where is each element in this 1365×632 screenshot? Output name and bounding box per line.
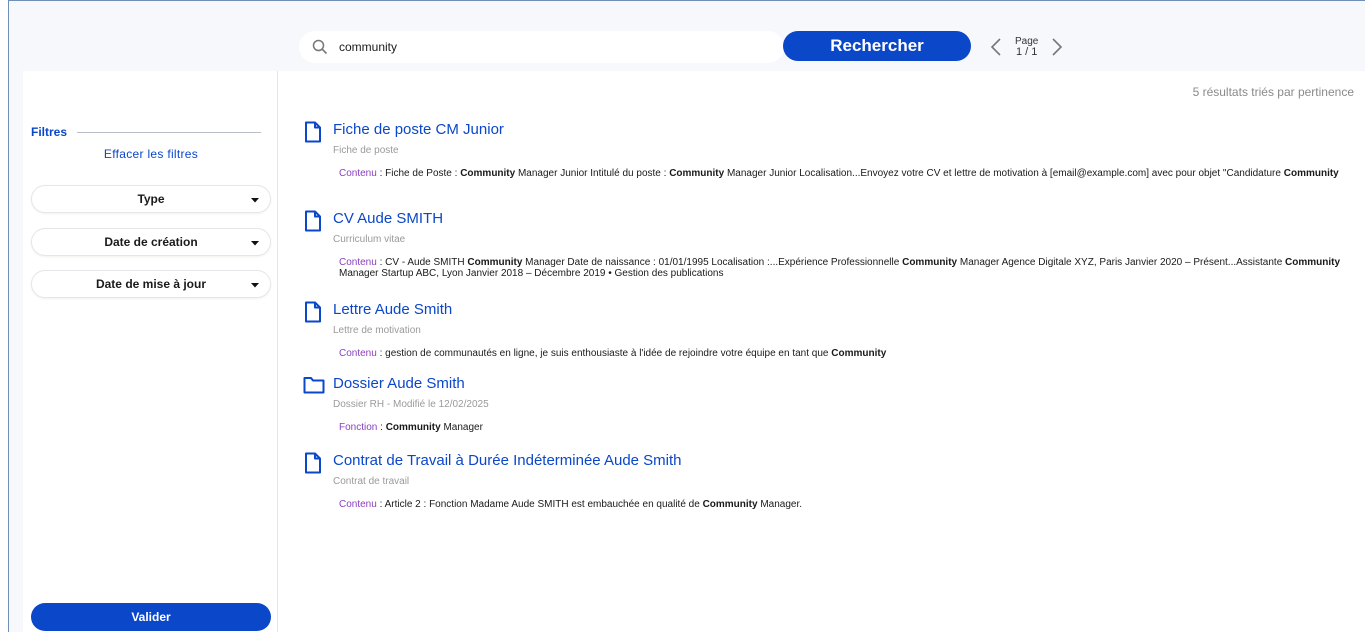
result-item: CV Aude SMITH Curriculum vitae Contenu :…: [303, 210, 1363, 290]
caret-down-icon: [251, 241, 259, 246]
file-icon: [303, 452, 325, 474]
result-title-link[interactable]: Fiche de poste CM Junior: [333, 121, 504, 138]
filters-divider: [77, 131, 261, 133]
result-snippet: Contenu : gestion de communautés en lign…: [339, 348, 887, 359]
app-frame: Rechercher Page 1 / 1 5 résultats triés …: [8, 0, 1365, 632]
highlight-term: Community: [702, 499, 758, 510]
highlight-term: Community: [669, 168, 725, 179]
result-snippet: Contenu : CV - Aude SMITH Community Mana…: [339, 257, 1341, 279]
filters-header: Filtres: [31, 125, 261, 139]
top-bar: Rechercher Page 1 / 1: [9, 1, 1365, 71]
main-content: 5 résultats triés par pertinence Filtres…: [23, 71, 1365, 632]
result-subtitle: Contrat de travail: [333, 476, 410, 487]
result-subtitle: Dossier RH - Modifié le 12/02/2025: [333, 399, 489, 410]
page-indicator: Page 1 / 1: [1015, 36, 1038, 58]
caret-down-icon: [251, 198, 259, 203]
highlight-term: Community: [460, 168, 516, 179]
search-icon: [311, 38, 329, 56]
type-filter-dropdown[interactable]: Type: [31, 185, 271, 213]
dropdown-label: Date de création: [104, 235, 198, 249]
result-subtitle: Curriculum vitae: [333, 234, 406, 245]
highlight-term: Community: [1285, 257, 1341, 268]
update-date-filter-dropdown[interactable]: Date de mise à jour: [31, 270, 271, 298]
search-button[interactable]: Rechercher: [783, 31, 971, 61]
highlight-term: Community: [385, 422, 441, 433]
filters-sidebar: Filtres Effacer les filtres Type Date de…: [23, 71, 278, 632]
file-icon: [303, 301, 325, 323]
result-item: Lettre Aude Smith Lettre de motivation C…: [303, 301, 1363, 371]
results-summary: 5 résultats triés par pertinence: [1192, 85, 1354, 99]
result-item: Dossier Aude Smith Dossier RH - Modifié …: [303, 375, 1363, 445]
result-snippet: Contenu : Article 2 : Fonction Madame Au…: [339, 499, 803, 510]
file-icon: [303, 210, 325, 232]
snippet-label: Contenu: [339, 257, 377, 268]
clear-filters-link[interactable]: Effacer les filtres: [31, 147, 271, 161]
snippet-label: Fonction: [339, 422, 378, 433]
caret-down-icon: [251, 283, 259, 288]
result-snippet: Fonction : Community Manager: [339, 422, 483, 433]
validate-button[interactable]: Valider: [31, 603, 271, 631]
highlight-term: Community: [467, 257, 523, 268]
snippet-label: Contenu: [339, 348, 377, 359]
result-title-link[interactable]: Contrat de Travail à Durée Indéterminée …: [333, 452, 682, 469]
pagination: Page 1 / 1: [987, 31, 1066, 63]
result-subtitle: Fiche de poste: [333, 145, 399, 156]
dropdown-label: Date de mise à jour: [95, 277, 207, 291]
page-number: 1 / 1: [1015, 46, 1038, 58]
result-subtitle: Lettre de motivation: [333, 325, 421, 336]
result-title-link[interactable]: Dossier Aude Smith: [333, 375, 465, 392]
snippet-label: Contenu: [339, 168, 377, 179]
search-box[interactable]: [299, 31, 784, 63]
next-page-icon[interactable]: [1048, 35, 1066, 59]
filters-title: Filtres: [31, 125, 68, 139]
result-title-link[interactable]: Lettre Aude Smith: [333, 301, 452, 318]
highlight-term: Community: [831, 348, 887, 359]
snippet-label: Contenu: [339, 499, 377, 510]
folder-icon: [303, 375, 325, 397]
result-title-link[interactable]: CV Aude SMITH: [333, 210, 443, 227]
creation-date-filter-dropdown[interactable]: Date de création: [31, 228, 271, 256]
previous-page-icon[interactable]: [987, 35, 1005, 59]
search-input[interactable]: [339, 40, 759, 54]
result-item: Fiche de poste CM Junior Fiche de poste …: [303, 121, 1363, 201]
dropdown-label: Type: [137, 192, 165, 206]
result-item: Contrat de Travail à Durée Indéterminée …: [303, 452, 1363, 522]
highlight-term: Community: [1283, 168, 1339, 179]
file-icon: [303, 121, 325, 143]
highlight-term: Community: [902, 257, 958, 268]
result-snippet: Contenu : Fiche de Poste : Community Man…: [339, 168, 1339, 179]
